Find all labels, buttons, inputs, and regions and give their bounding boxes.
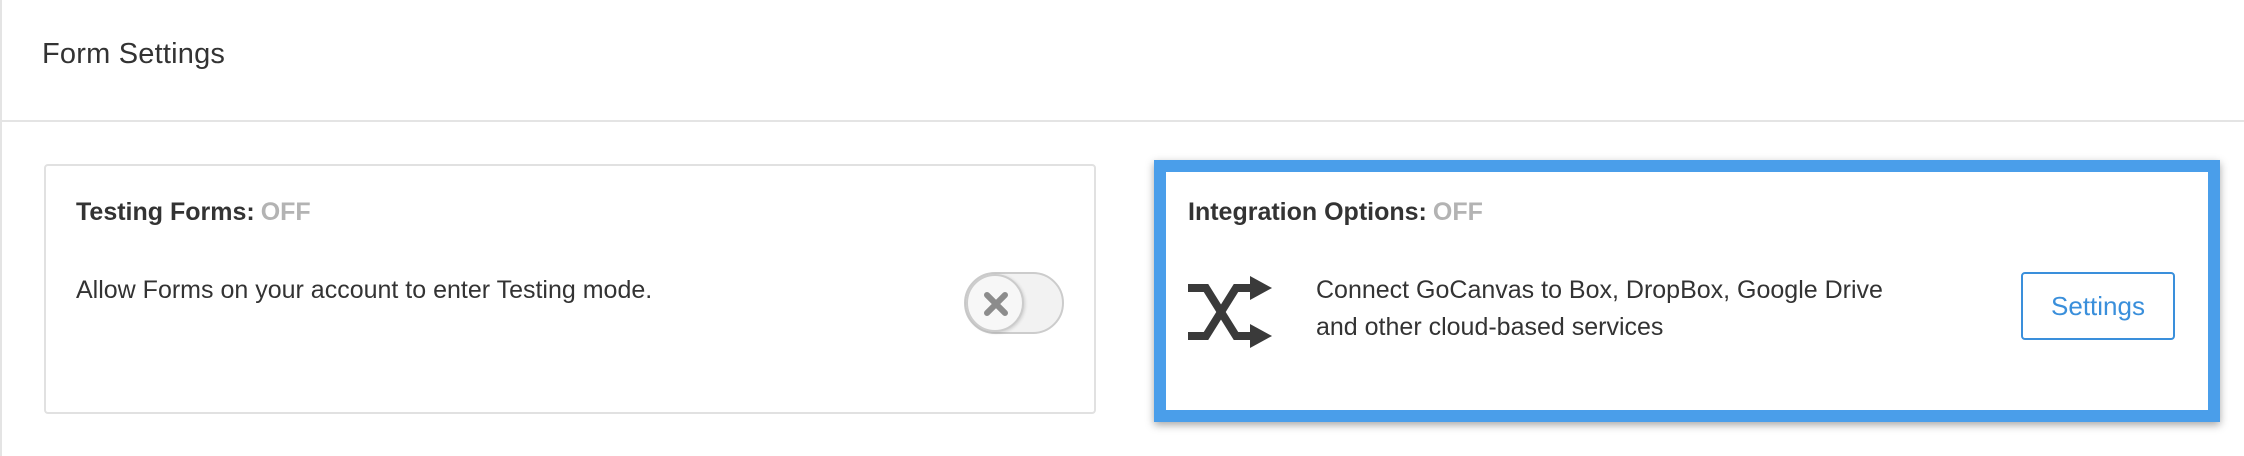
integration-options-label: Integration Options: <box>1188 198 1427 226</box>
toggle-knob <box>966 274 1024 332</box>
testing-forms-label: Testing Forms: <box>76 198 255 226</box>
testing-forms-title: Testing Forms: OFF <box>76 198 311 227</box>
shuffle-icon <box>1188 276 1272 348</box>
integration-options-status: OFF <box>1432 198 1483 226</box>
integration-description-line2: and other cloud-based services <box>1316 313 1664 341</box>
page-header: Form Settings <box>2 0 2244 122</box>
testing-forms-status: OFF <box>260 198 311 226</box>
integration-options-card: Integration Options: OFF Connect GoCanvas… <box>1154 160 2220 422</box>
form-settings-page: Form Settings Testing Forms: OFF Allow Fo… <box>0 0 2244 456</box>
integration-options-title: Integration Options: OFF <box>1188 198 1483 227</box>
page-title: Form Settings <box>42 38 226 70</box>
testing-forms-card: Testing Forms: OFF Allow Forms on your ac… <box>44 164 1096 414</box>
testing-forms-description: Allow Forms on your account to enter Tes… <box>76 276 653 304</box>
integration-description: Connect GoCanvas to Box, DropBox, Google… <box>1316 272 1936 346</box>
testing-forms-toggle[interactable] <box>964 272 1064 334</box>
close-icon <box>984 292 1008 316</box>
settings-button[interactable]: Settings <box>2021 272 2175 340</box>
integration-description-line1: Connect GoCanvas to Box, DropBox, Google… <box>1316 276 1883 304</box>
